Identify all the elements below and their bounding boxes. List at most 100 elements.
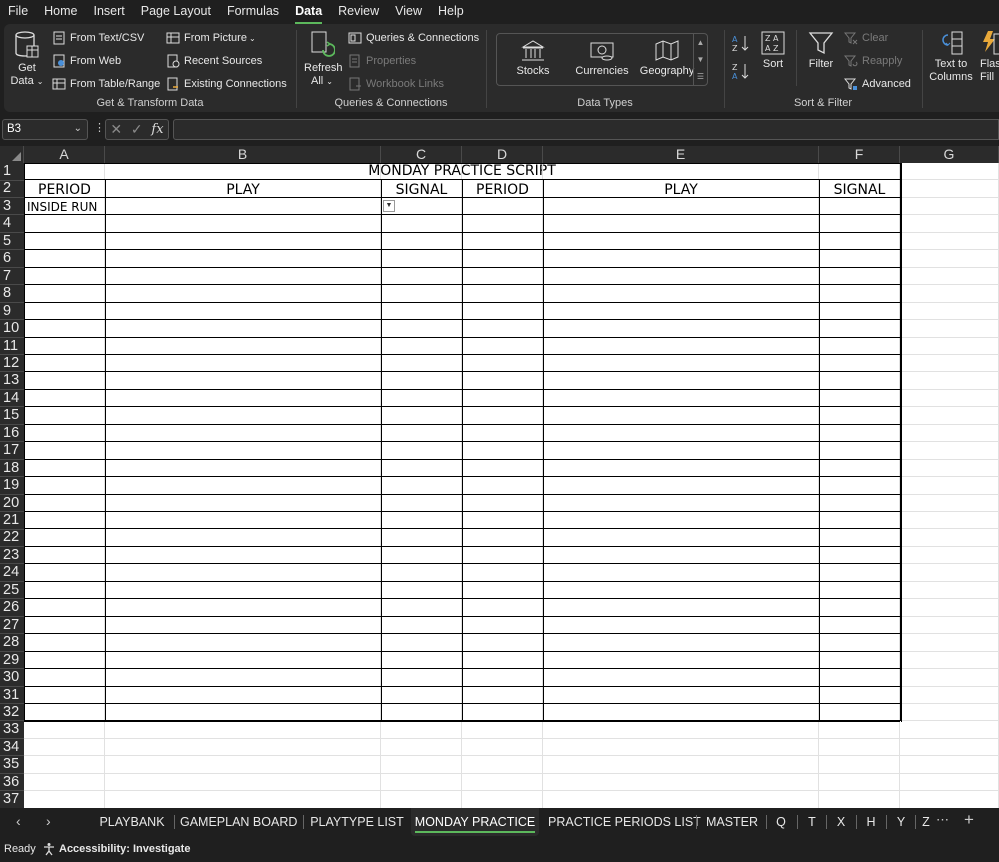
existing-connections-button[interactable]: Existing Connections bbox=[166, 75, 287, 93]
row-header-5[interactable]: 5 bbox=[0, 233, 24, 251]
row-header-23[interactable]: 23 bbox=[0, 547, 24, 565]
menu-review[interactable]: Review bbox=[330, 0, 387, 24]
column-header-b[interactable]: B bbox=[105, 146, 381, 163]
row-header-13[interactable]: 13 bbox=[0, 372, 24, 390]
tab-next-icon[interactable]: › bbox=[46, 813, 51, 829]
tab-gameplan-board[interactable]: GAMEPLAN BOARD bbox=[180, 808, 297, 836]
title-cell[interactable]: MONDAY PRACTICE SCRIPT bbox=[24, 163, 900, 181]
row-header-22[interactable]: 22 bbox=[0, 529, 24, 547]
column-header-a[interactable]: A bbox=[24, 146, 105, 163]
row-header-1[interactable]: 1 bbox=[0, 163, 24, 181]
tab-playbank[interactable]: PLAYBANK bbox=[96, 808, 168, 836]
add-sheet-icon[interactable]: + bbox=[964, 810, 974, 830]
sort-ascending-button[interactable]: AZ bbox=[732, 34, 750, 57]
formula-input[interactable] bbox=[173, 119, 999, 140]
row-header-16[interactable]: 16 bbox=[0, 425, 24, 443]
geography-button[interactable]: Geography bbox=[639, 39, 695, 78]
enter-icon[interactable]: ✓ bbox=[131, 121, 143, 138]
row-header-35[interactable]: 35 bbox=[0, 756, 24, 774]
workbook-links-button[interactable]: Workbook Links bbox=[348, 75, 444, 93]
menu-formulas[interactable]: Formulas bbox=[219, 0, 287, 24]
menu-page-layout[interactable]: Page Layout bbox=[133, 0, 219, 24]
recent-sources-button[interactable]: Recent Sources bbox=[166, 52, 262, 70]
row-header-27[interactable]: 27 bbox=[0, 617, 24, 635]
row-header-21[interactable]: 21 bbox=[0, 512, 24, 530]
menu-home[interactable]: Home bbox=[36, 0, 85, 24]
row-header-32[interactable]: 32 bbox=[0, 704, 24, 722]
tab-y[interactable]: Y bbox=[890, 808, 912, 836]
menu-help[interactable]: Help bbox=[430, 0, 472, 24]
row-header-6[interactable]: 6 bbox=[0, 250, 24, 268]
row-header-30[interactable]: 30 bbox=[0, 669, 24, 687]
column-header-g[interactable]: G bbox=[900, 146, 999, 163]
tab-monday-practice[interactable]: MONDAY PRACTICE bbox=[411, 808, 539, 836]
row-header-4[interactable]: 4 bbox=[0, 215, 24, 233]
menu-view[interactable]: View bbox=[387, 0, 430, 24]
cells-area[interactable]: MONDAY PRACTICE SCRIPT PERIOD PLAY SIGNA… bbox=[24, 163, 999, 808]
row-header-25[interactable]: 25 bbox=[0, 582, 24, 600]
cell-a3[interactable]: INSIDE RUN bbox=[27, 198, 97, 216]
column-header-f[interactable]: F bbox=[819, 146, 900, 163]
row-header-24[interactable]: 24 bbox=[0, 564, 24, 582]
from-picture-button[interactable]: From Picture ⌄ bbox=[166, 29, 256, 47]
tab-z[interactable]: Z bbox=[919, 808, 933, 836]
row-header-20[interactable]: 20 bbox=[0, 495, 24, 513]
data-types-scroller[interactable]: ▲ ▼ ☰ bbox=[693, 34, 707, 85]
row-header-7[interactable]: 7 bbox=[0, 268, 24, 286]
tab-t[interactable]: T bbox=[801, 808, 823, 836]
column-header-c[interactable]: C bbox=[381, 146, 462, 163]
tab-h[interactable]: H bbox=[860, 808, 882, 836]
tab-playtype-list[interactable]: PLAYTYPE LIST bbox=[310, 808, 404, 836]
select-all-corner[interactable] bbox=[0, 146, 24, 163]
scroll-down-icon[interactable]: ▼ bbox=[694, 51, 707, 68]
accessibility-status[interactable]: Accessibility: Investigate bbox=[42, 842, 190, 856]
stocks-button[interactable]: Stocks bbox=[505, 39, 561, 78]
row-header-28[interactable]: 28 bbox=[0, 634, 24, 652]
from-web-button[interactable]: From Web bbox=[52, 52, 121, 70]
row-header-17[interactable]: 17 bbox=[0, 442, 24, 460]
get-data-button[interactable]: Get Data ⌄ bbox=[10, 30, 44, 88]
row-header-12[interactable]: 12 bbox=[0, 355, 24, 373]
currencies-button[interactable]: Currencies bbox=[569, 39, 635, 78]
chevron-down-icon[interactable]: ⌄ bbox=[74, 123, 82, 134]
header-cell-play-1[interactable]: PLAY bbox=[105, 181, 381, 199]
reapply-button[interactable]: Reapply bbox=[844, 52, 902, 70]
queries-connections-button[interactable]: Queries & Connections bbox=[348, 29, 479, 47]
column-header-e[interactable]: E bbox=[543, 146, 819, 163]
row-header-34[interactable]: 34 bbox=[0, 739, 24, 757]
name-box[interactable]: B3 ⌄ bbox=[2, 119, 88, 140]
row-header-26[interactable]: 26 bbox=[0, 599, 24, 617]
row-header-19[interactable]: 19 bbox=[0, 477, 24, 495]
row-header-33[interactable]: 33 bbox=[0, 721, 24, 739]
expand-gallery-icon[interactable]: ☰ bbox=[694, 68, 707, 85]
row-header-15[interactable]: 15 bbox=[0, 407, 24, 425]
tab-q[interactable]: Q bbox=[770, 808, 792, 836]
row-header-8[interactable]: 8 bbox=[0, 285, 24, 303]
row-header-10[interactable]: 10 bbox=[0, 320, 24, 338]
properties-button[interactable]: Properties bbox=[348, 52, 416, 70]
sort-button[interactable]: Z AA Z Sort bbox=[758, 30, 788, 71]
menu-data[interactable]: Data bbox=[287, 0, 330, 24]
text-to-columns-button[interactable]: Text to Columns bbox=[926, 30, 976, 84]
advanced-filter-button[interactable]: Advanced bbox=[844, 75, 911, 93]
clear-filter-button[interactable]: Clear bbox=[844, 29, 888, 47]
row-header-29[interactable]: 29 bbox=[0, 652, 24, 670]
from-text-csv-button[interactable]: From Text/CSV bbox=[52, 29, 144, 47]
tab-practice-periods-list[interactable]: PRACTICE PERIODS LIST bbox=[548, 808, 701, 836]
header-cell-period-1[interactable]: PERIOD bbox=[24, 181, 105, 199]
scroll-up-icon[interactable]: ▲ bbox=[694, 34, 707, 51]
insert-function-icon[interactable]: fx bbox=[151, 122, 163, 137]
flash-fill-button[interactable]: Flas Fill bbox=[980, 30, 999, 84]
from-table-range-button[interactable]: From Table/Range bbox=[52, 75, 160, 93]
menu-insert[interactable]: Insert bbox=[86, 0, 133, 24]
header-cell-signal-1[interactable]: SIGNAL bbox=[381, 181, 462, 199]
row-header-11[interactable]: 11 bbox=[0, 338, 24, 355]
tab-master[interactable]: MASTER bbox=[702, 808, 762, 836]
header-cell-play-2[interactable]: PLAY bbox=[543, 181, 819, 199]
more-options-icon[interactable]: ⋮ bbox=[94, 121, 105, 134]
row-header-36[interactable]: 36 bbox=[0, 774, 24, 792]
more-tabs-icon[interactable]: ⋯ bbox=[936, 812, 949, 828]
menu-file[interactable]: File bbox=[0, 0, 36, 24]
row-header-3[interactable]: 3 bbox=[0, 198, 24, 216]
cancel-icon[interactable]: ✕ bbox=[110, 121, 122, 138]
